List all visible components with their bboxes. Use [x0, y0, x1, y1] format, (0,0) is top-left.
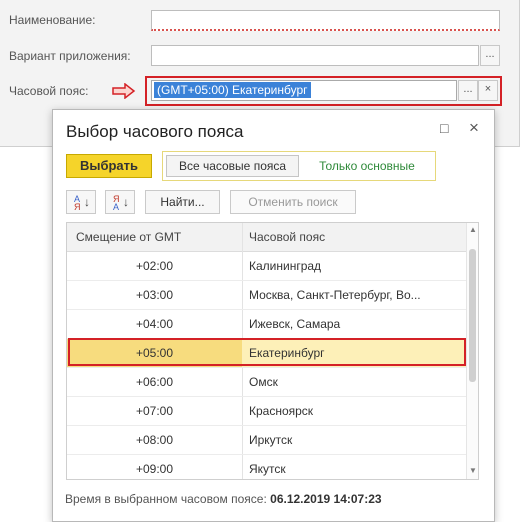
- table-row[interactable]: +06:00 Омск: [67, 368, 466, 397]
- offset-cell: +02:00: [135, 259, 174, 273]
- scrollbar-thumb[interactable]: [469, 249, 476, 382]
- zone-cell: Ижевск, Самара: [249, 317, 341, 331]
- zone-cell: Калининград: [249, 259, 322, 273]
- sort-arrow-down-icon: ↓: [123, 195, 129, 209]
- column-header-offset[interactable]: Смещение от GMT: [76, 223, 181, 251]
- name-field[interactable]: [151, 10, 500, 31]
- table-row[interactable]: +07:00 Красноярск: [67, 397, 466, 426]
- zone-cell: Якутск: [249, 462, 286, 476]
- offset-cell: +03:00: [135, 288, 174, 302]
- offset-cell: +06:00: [135, 375, 174, 389]
- filter-all-button[interactable]: Все часовые пояса: [166, 155, 299, 177]
- scroll-down-icon[interactable]: ▼: [469, 466, 477, 475]
- zone-cell: Красноярск: [249, 404, 314, 418]
- close-icon[interactable]: ×: [469, 118, 479, 138]
- offset-cell: +04:00: [135, 317, 174, 331]
- sort-desc-bottom-letter: А: [113, 202, 120, 212]
- offset-cell: +07:00: [135, 404, 174, 418]
- table-row[interactable]: +09:00 Якутск: [67, 455, 466, 479]
- scroll-up-icon[interactable]: ▲: [469, 225, 477, 234]
- zone-cell: Омск: [249, 375, 278, 389]
- arrow-right-icon: [112, 83, 136, 99]
- timezone-field[interactable]: (GMT+05:00) Екатеринбург: [151, 80, 457, 101]
- table-row[interactable]: +08:00 Иркутск: [67, 426, 466, 455]
- variant-field[interactable]: [151, 45, 479, 66]
- selected-row-highlight-box: [68, 338, 466, 366]
- variant-select-button[interactable]: ...: [480, 45, 500, 66]
- maximize-icon[interactable]: □: [440, 120, 448, 136]
- sort-arrow-down-icon: ↓: [84, 195, 90, 209]
- zone-cell: Москва, Санкт-Петербург, Во...: [249, 288, 421, 302]
- timezone-clear-button[interactable]: ×: [478, 80, 498, 101]
- filter-toggle: Все часовые пояса Только основные: [162, 151, 436, 181]
- table-row[interactable]: +02:00 Калининград: [67, 252, 466, 281]
- sort-asc-button[interactable]: А Я ↓: [66, 190, 96, 214]
- timezone-select-button[interactable]: ...: [458, 80, 478, 101]
- choose-button[interactable]: Выбрать: [66, 154, 152, 178]
- sort-desc-button[interactable]: Я А ↓: [105, 190, 135, 214]
- table-row[interactable]: +03:00 Москва, Санкт-Петербург, Во...: [67, 281, 466, 310]
- cancel-search-button[interactable]: Отменить поиск: [230, 190, 356, 214]
- sort-asc-bottom-letter: Я: [74, 202, 81, 212]
- offset-cell: +08:00: [135, 433, 174, 447]
- status-label: Время в выбранном часовом поясе:: [65, 492, 267, 506]
- timezone-label: Часовой пояс:: [9, 84, 89, 98]
- zone-cell: Иркутск: [249, 433, 293, 447]
- vertical-scrollbar[interactable]: ▲ ▼: [466, 223, 478, 479]
- timezone-value: (GMT+05:00) Екатеринбург: [154, 82, 311, 98]
- table-header: Смещение от GMT Часовой пояс: [67, 223, 466, 252]
- offset-cell: +09:00: [135, 462, 174, 476]
- find-button[interactable]: Найти...: [145, 190, 220, 214]
- timezone-table: Смещение от GMT Часовой пояс +02:00 Кали…: [66, 222, 479, 480]
- column-header-timezone[interactable]: Часовой пояс: [249, 223, 325, 251]
- status-line: Время в выбранном часовом поясе: 06.12.2…: [65, 492, 382, 506]
- filter-main-button[interactable]: Только основные: [302, 155, 432, 177]
- table-row[interactable]: +04:00 Ижевск, Самара: [67, 310, 466, 339]
- variant-label: Вариант приложения:: [9, 49, 131, 63]
- dialog-title: Выбор часового пояса: [66, 122, 244, 141]
- timezone-dialog: Выбор часового пояса □ × Выбрать Все час…: [52, 109, 495, 522]
- name-label: Наименование:: [9, 13, 96, 27]
- status-time-value: 06.12.2019 14:07:23: [270, 492, 382, 506]
